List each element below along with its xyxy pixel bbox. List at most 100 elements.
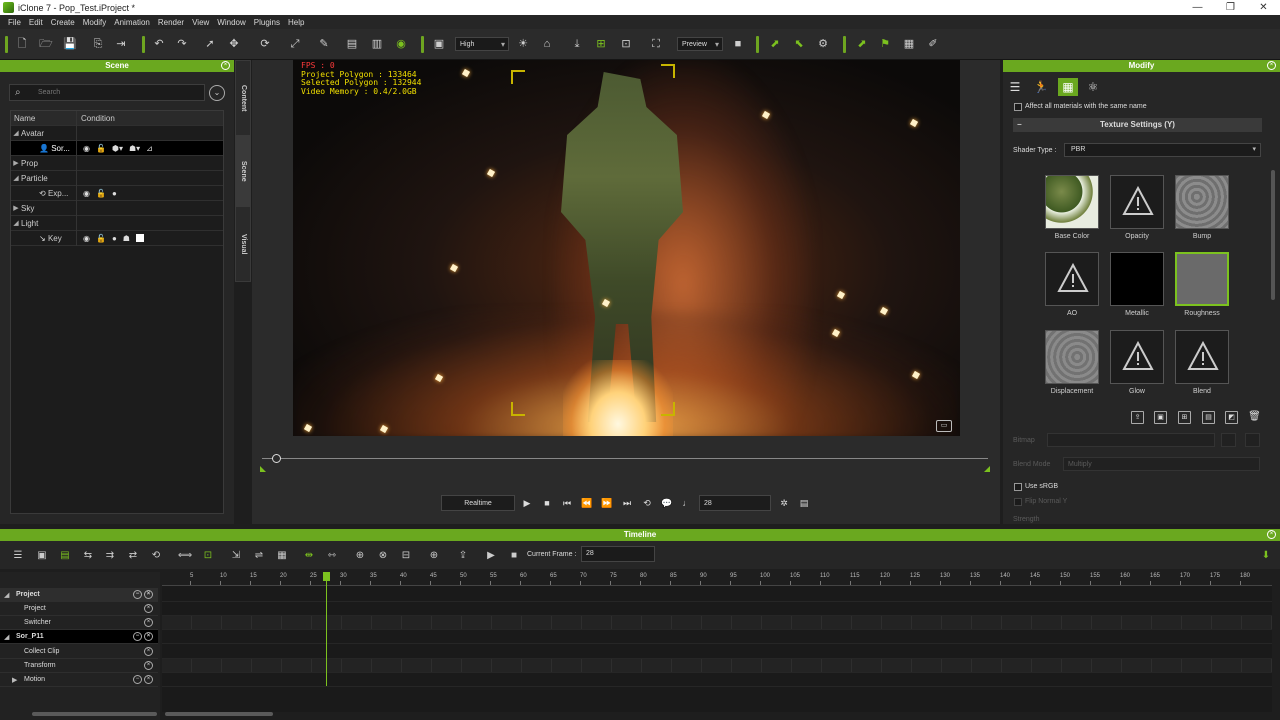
collapse-track-icon[interactable]: − bbox=[133, 675, 142, 684]
panel-close-icon[interactable]: × bbox=[1267, 530, 1276, 539]
lane-transform[interactable] bbox=[162, 659, 1272, 673]
lane-switcher[interactable] bbox=[162, 616, 1272, 630]
shadow-icon[interactable]: ☗ bbox=[123, 234, 130, 243]
export-icon[interactable]: ⎘ bbox=[91, 37, 105, 51]
tab-visual[interactable]: Visual bbox=[235, 206, 251, 282]
delete-texture-icon[interactable]: 🗑 bbox=[1248, 411, 1261, 424]
visibility-icon[interactable]: ◉ bbox=[83, 144, 90, 153]
eye-icon[interactable]: ◉ bbox=[394, 37, 408, 51]
menu-help[interactable]: Help bbox=[284, 18, 308, 27]
lane-collect-clip[interactable] bbox=[162, 645, 1272, 659]
remove-track-icon[interactable]: × bbox=[144, 590, 153, 599]
fit-icon[interactable]: ⇹ bbox=[303, 549, 315, 561]
record-camera-icon[interactable]: ■ bbox=[731, 37, 745, 51]
loop-icon[interactable]: ⟲ bbox=[641, 495, 653, 511]
track-transform[interactable]: Transform × bbox=[0, 659, 158, 673]
playhead-handle[interactable] bbox=[323, 572, 330, 581]
panel-close-icon[interactable]: × bbox=[221, 61, 230, 70]
timeline-toggle-icon[interactable]: ▤ bbox=[798, 495, 810, 511]
shadow-icon[interactable]: ☗▾ bbox=[129, 144, 140, 153]
panel-close-icon[interactable]: × bbox=[1267, 61, 1276, 70]
previous-frame-icon[interactable]: ⏪ bbox=[581, 495, 593, 511]
add-icon[interactable]: ⊞ bbox=[594, 37, 608, 51]
physics-icon[interactable]: ⚙ bbox=[816, 37, 830, 51]
distribute-icon[interactable]: ▥ bbox=[370, 37, 384, 51]
rotate-icon[interactable]: ⟳ bbox=[258, 37, 272, 51]
menu-view[interactable]: View bbox=[188, 18, 213, 27]
lock-icon[interactable]: 🔓 bbox=[96, 144, 106, 153]
stretch-icon[interactable]: ⇿ bbox=[326, 549, 338, 561]
light-color-swatch[interactable] bbox=[135, 234, 144, 242]
remove-track-icon[interactable]: × bbox=[144, 675, 153, 684]
bump-slot[interactable] bbox=[1175, 175, 1229, 229]
collapse-track-icon[interactable]: − bbox=[133, 632, 142, 641]
track-list-icon[interactable]: ☰ bbox=[12, 549, 24, 561]
menu-window[interactable]: Window bbox=[213, 18, 249, 27]
tab-properties-icon[interactable]: ☰ bbox=[1005, 78, 1025, 96]
track-sor-p11[interactable]: ◢ Sor_P11 − × bbox=[0, 630, 158, 644]
mirror-icon[interactable]: ⟺ bbox=[178, 549, 192, 561]
save-texture-icon[interactable]: ▣ bbox=[1154, 411, 1167, 424]
stop-icon[interactable]: ■ bbox=[541, 495, 553, 511]
filter-dropdown-icon[interactable]: ⌄ bbox=[209, 85, 225, 101]
select-icon[interactable]: ➚ bbox=[203, 37, 217, 51]
lane-sor-p11[interactable] bbox=[162, 630, 1272, 644]
3d-viewport[interactable]: FPS : 0 Project Polygon : 133464 Selecte… bbox=[293, 60, 960, 436]
base-color-slot[interactable] bbox=[1045, 175, 1099, 229]
metallic-slot[interactable] bbox=[1110, 252, 1164, 306]
realtime-dropdown[interactable]: Realtime bbox=[441, 495, 515, 511]
shader-type-dropdown[interactable]: PBR bbox=[1064, 143, 1261, 157]
minimize-button[interactable]: — bbox=[1181, 2, 1214, 13]
next-frame-icon[interactable]: ⏩ bbox=[601, 495, 613, 511]
use-srgb-checkbox[interactable] bbox=[1014, 483, 1022, 491]
modify-scrollbar[interactable] bbox=[1271, 170, 1275, 300]
opacity-slot[interactable] bbox=[1110, 175, 1164, 229]
tree-row-light-item[interactable]: ↘ Key ◉ 🔓 ● ☗ bbox=[11, 230, 223, 246]
menu-modify[interactable]: Modify bbox=[79, 18, 111, 27]
key-icon[interactable]: ▣ bbox=[36, 549, 48, 561]
collapse-track-icon[interactable]: − bbox=[133, 590, 142, 599]
scale-icon[interactable]: ⤢ bbox=[288, 37, 302, 51]
visibility-icon[interactable]: ◉ bbox=[83, 234, 90, 243]
curve-icon[interactable]: ⇆ bbox=[82, 549, 94, 561]
close-button[interactable]: ✕ bbox=[1247, 2, 1280, 13]
blend-slot[interactable] bbox=[1175, 330, 1229, 384]
roughness-slot[interactable] bbox=[1175, 252, 1229, 306]
undo-icon[interactable]: ↶ bbox=[152, 37, 166, 51]
flag-icon[interactable]: ⚑ bbox=[878, 37, 892, 51]
expanded-caret-icon[interactable]: ◢ bbox=[4, 633, 9, 641]
collapsed-caret-icon[interactable]: ▶ bbox=[12, 676, 17, 684]
loop-icon[interactable]: ⟲ bbox=[150, 549, 162, 561]
sound-icon[interactable]: ♩ bbox=[681, 495, 693, 511]
range-start-marker[interactable] bbox=[260, 466, 266, 472]
render-mode-dropdown[interactable]: Preview bbox=[677, 37, 723, 51]
remove-track-icon[interactable]: × bbox=[144, 618, 153, 627]
frame-icon[interactable]: ⛶ bbox=[649, 37, 663, 51]
lane-project-sub[interactable] bbox=[162, 602, 1272, 616]
brush-icon[interactable]: ✐ bbox=[926, 37, 940, 51]
menu-file[interactable]: File bbox=[4, 18, 25, 27]
scrub-handle[interactable] bbox=[272, 454, 281, 463]
texture-mapping-icon[interactable]: ◩ bbox=[1225, 411, 1238, 424]
lock-icon[interactable]: 🔓 bbox=[96, 189, 106, 198]
lock-icon[interactable]: 🔓 bbox=[96, 234, 106, 243]
timeline-playhead[interactable] bbox=[326, 572, 327, 686]
camera-target-icon[interactable]: ⊡ bbox=[619, 37, 633, 51]
track-project-sub[interactable]: Project × bbox=[0, 602, 158, 616]
tab-scene[interactable]: Scene bbox=[235, 136, 251, 206]
export-icon[interactable]: ⇪ bbox=[457, 549, 469, 561]
texture-settings-header[interactable]: − Texture Settings (Y) bbox=[1013, 118, 1262, 132]
layer-icon[interactable]: ▤ bbox=[59, 549, 71, 561]
tree-row-avatar[interactable]: ◢ Avatar bbox=[11, 125, 223, 141]
remove-track-icon[interactable]: × bbox=[144, 661, 153, 670]
play-icon[interactable]: ▶ bbox=[521, 495, 533, 511]
add-track-icon[interactable]: ⊕ bbox=[354, 549, 366, 561]
camera-icon[interactable]: ⬈ bbox=[768, 37, 782, 51]
collapse-icon[interactable]: ⊟ bbox=[400, 549, 412, 561]
new-file-icon[interactable]: 🗋 bbox=[15, 37, 29, 51]
scene-search-input[interactable]: ⌕ Search bbox=[9, 84, 205, 101]
light-icon[interactable]: ☀ bbox=[516, 37, 530, 51]
track-project[interactable]: ◢ Project − × bbox=[0, 588, 158, 602]
texture-grid-icon[interactable]: ⊞ bbox=[1178, 411, 1191, 424]
menu-plugins[interactable]: Plugins bbox=[250, 18, 284, 27]
